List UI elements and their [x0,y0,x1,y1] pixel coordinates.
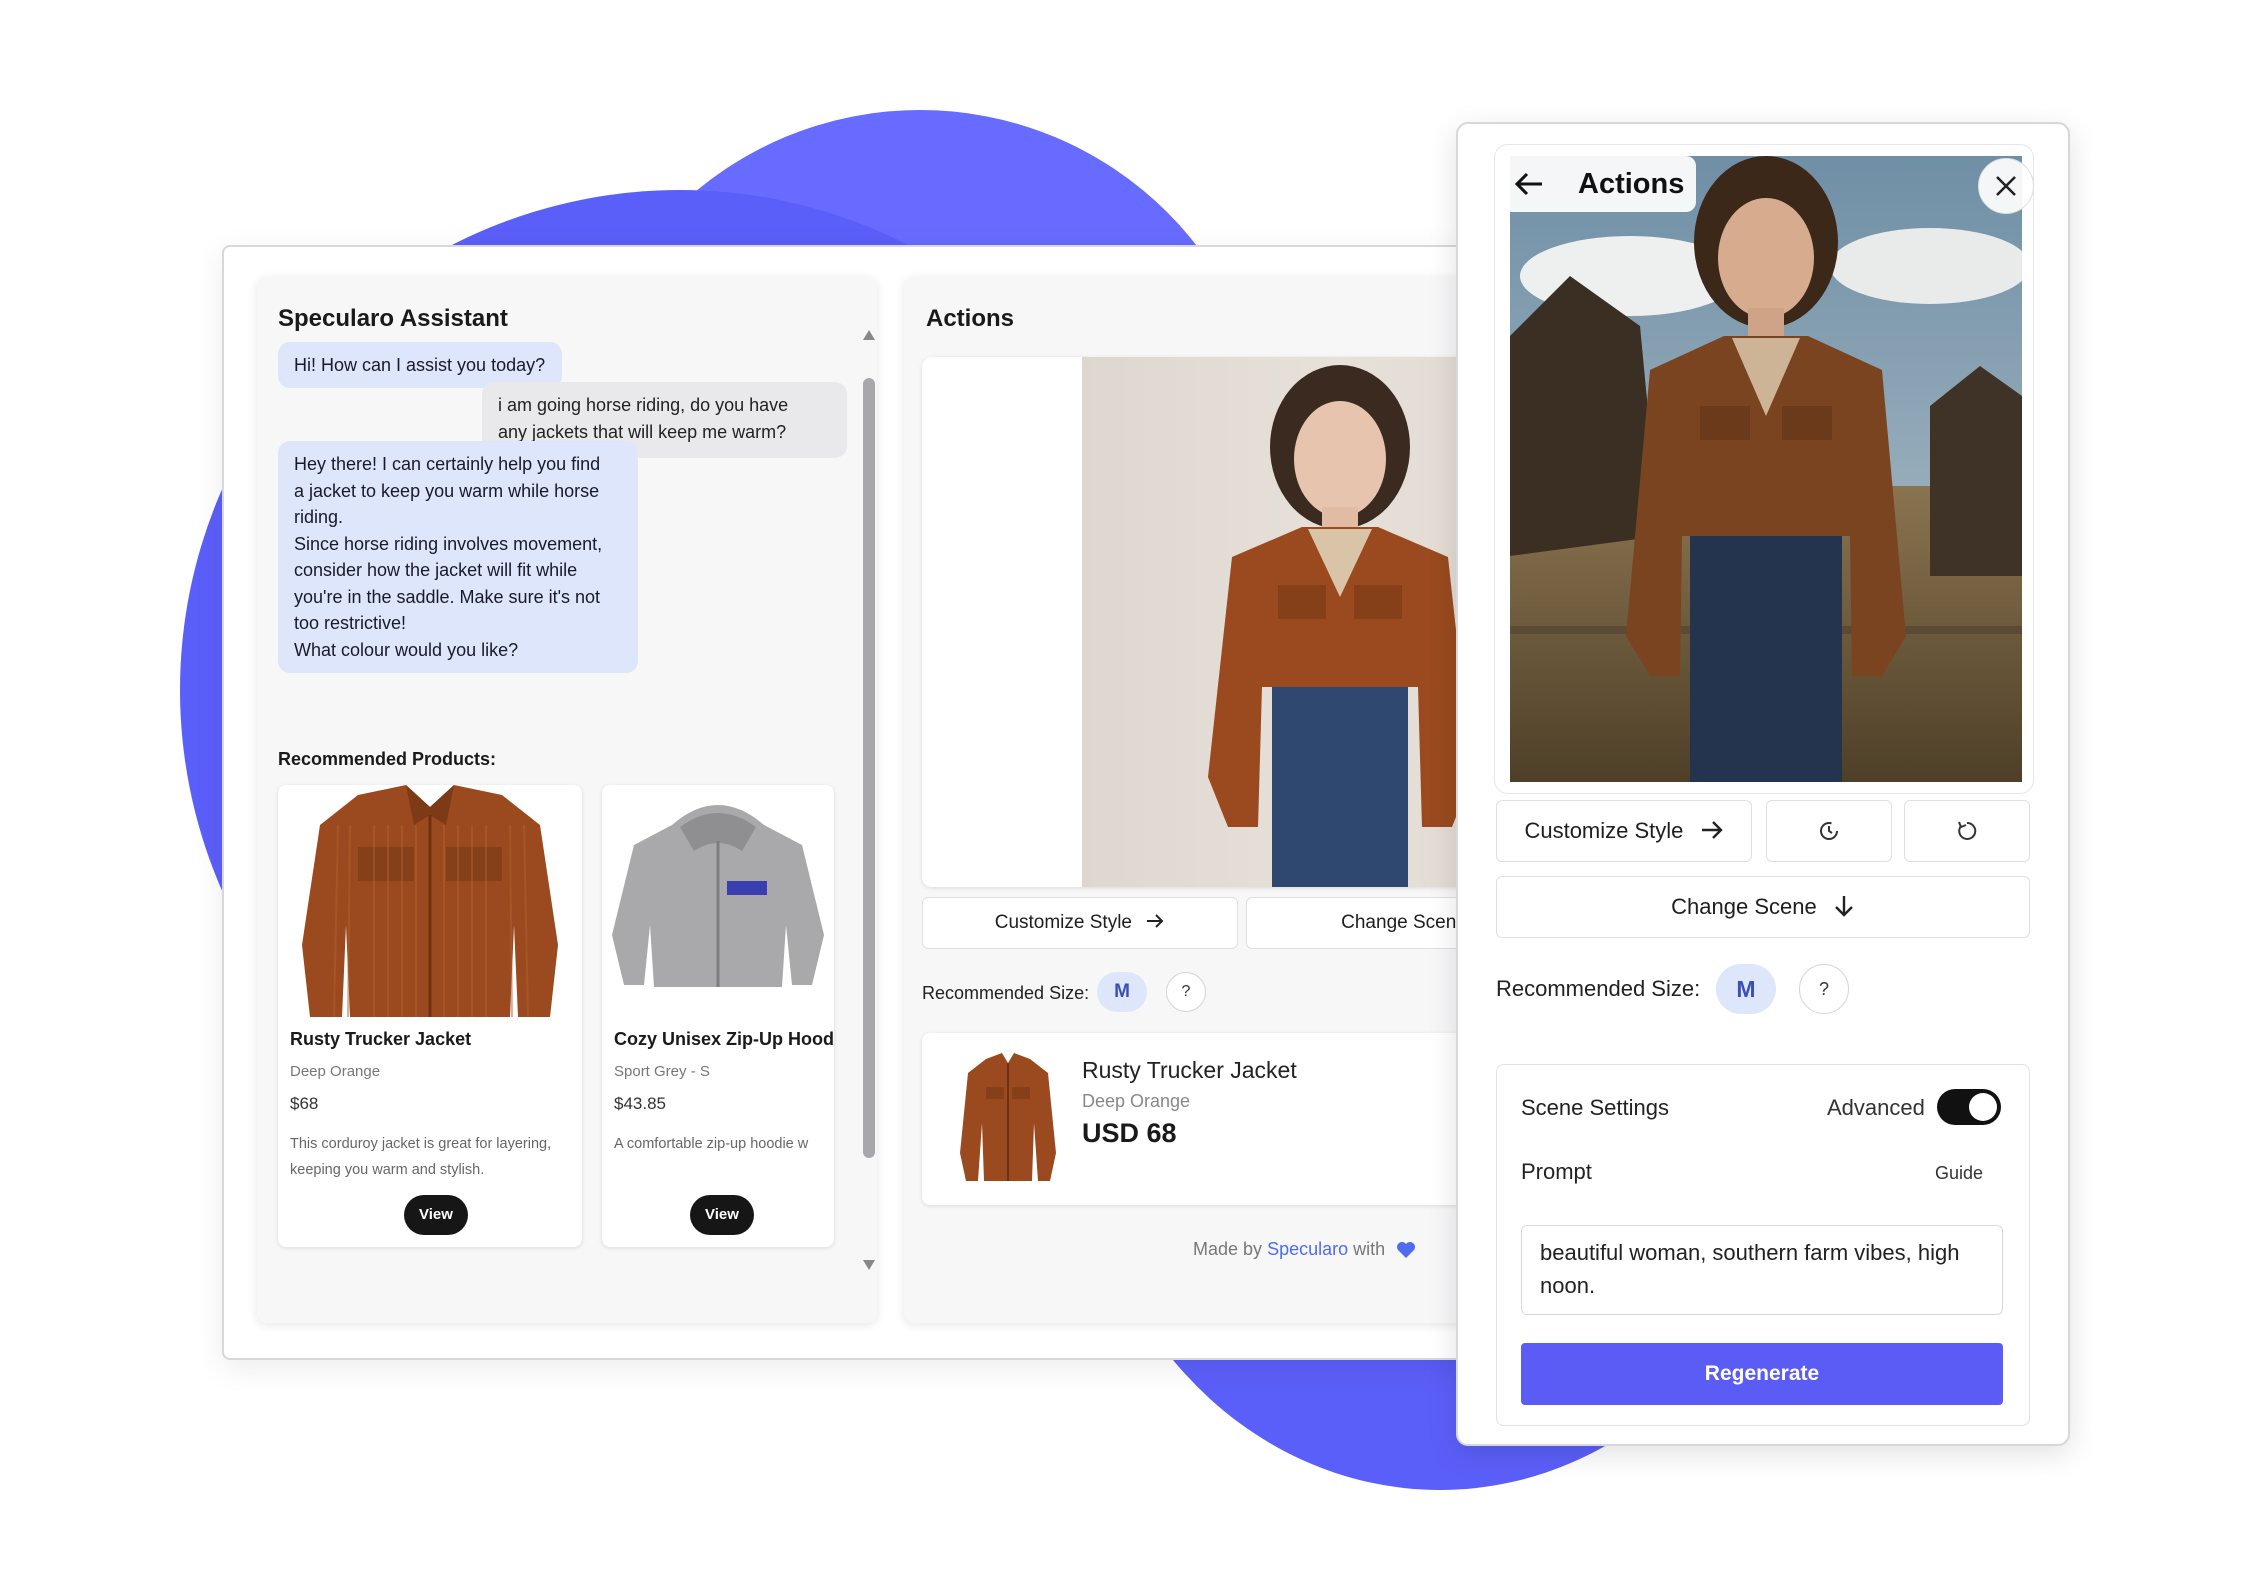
size-help-button[interactable]: ? [1166,972,1206,1012]
product-card[interactable]: Cozy Unisex Zip-Up Hood Sport Grey - S $… [602,785,834,1247]
scroll-thumb[interactable] [863,378,875,1158]
actions-overlay: Actions Customize Style Change Scene Rec… [1456,122,2070,1446]
selected-product-name: Rusty Trucker Jacket [1082,1057,1297,1083]
change-scene-button[interactable]: Change Scene [1496,876,2030,938]
guide-link[interactable]: Guide [1935,1163,1983,1184]
overlay-title: Actions [1578,168,1685,200]
overlay-header: Actions [1496,156,1696,212]
made-by-footer: Made by Specularo with [1193,1239,1416,1260]
arrow-down-icon [1834,896,1853,917]
selected-product-variant: Deep Orange [1082,1091,1191,1111]
chat-scrollbar[interactable] [863,330,875,1270]
recommended-size-label: Recommended Size: [1496,976,1701,1001]
recommended-size-label: Recommended Size: [922,983,1090,1003]
product-price: $68 [290,1094,319,1113]
selected-product-price: USD 68 [1082,1118,1177,1148]
arrow-right-icon [1701,821,1723,839]
advanced-label: Advanced [1827,1095,1925,1120]
reset-button[interactable] [1904,800,2030,862]
assistant-widget: Specularo Assistant Hi! How can I assist… [222,245,1584,1360]
brand-link[interactable]: Specularo [1267,1239,1348,1259]
prompt-textarea[interactable]: beautiful woman, southern farm vibes, hi… [1521,1225,2003,1315]
view-button[interactable]: View [690,1195,754,1235]
product-price: $43.85 [614,1094,666,1113]
arrow-right-icon [1147,914,1164,928]
toggle-knob [1969,1093,1997,1121]
scroll-up-icon[interactable] [863,330,875,340]
chat-panel: Specularo Assistant Hi! How can I assist… [257,277,877,1323]
product-image [602,785,834,1017]
product-description: This corduroy jacket is great for layeri… [290,1136,552,1178]
advanced-toggle[interactable] [1937,1089,2001,1125]
scroll-down-icon[interactable] [863,1260,875,1270]
customize-style-button[interactable]: Customize Style [922,897,1238,949]
regenerate-button[interactable]: Regenerate [1521,1343,2003,1405]
product-variant: Sport Grey - S [614,1063,710,1080]
chat-title: Specularo Assistant [278,305,508,332]
customize-style-button[interactable]: Customize Style [1496,800,1752,862]
history-button[interactable] [1766,800,1892,862]
heart-icon [1397,1242,1416,1258]
refresh-icon [1958,821,1977,840]
product-variant: Deep Orange [290,1063,381,1080]
close-button[interactable] [1978,158,2034,214]
close-icon [1996,176,2016,196]
product-description: A comfortable zip-up hoodie w [614,1136,809,1152]
actions-title: Actions [926,305,1015,332]
product-name: Rusty Trucker Jacket [290,1029,472,1049]
size-help-button[interactable]: ? [1799,964,1849,1014]
size-badge[interactable]: M [1097,972,1147,1012]
generated-scene-photo [1510,156,2022,782]
history-icon [1820,822,1838,840]
size-badge[interactable]: M [1716,964,1776,1014]
prompt-label: Prompt [1521,1159,1592,1184]
product-image [278,785,582,1018]
product-card[interactable]: Rusty Trucker Jacket Deep Orange $68 Thi… [278,785,582,1247]
product-name: Cozy Unisex Zip-Up Hood [614,1029,834,1049]
arrow-left-icon[interactable] [1514,170,1544,198]
selected-product-image [958,1053,1058,1185]
bot-message: Hey there! I can certainly help you find… [278,441,638,673]
view-button[interactable]: View [404,1195,468,1235]
scene-settings-card: Scene Settings Advanced Prompt Guide bea… [1496,1064,2030,1426]
scene-settings-label: Scene Settings [1521,1095,1669,1120]
recommended-title: Recommended Products: [278,749,497,769]
